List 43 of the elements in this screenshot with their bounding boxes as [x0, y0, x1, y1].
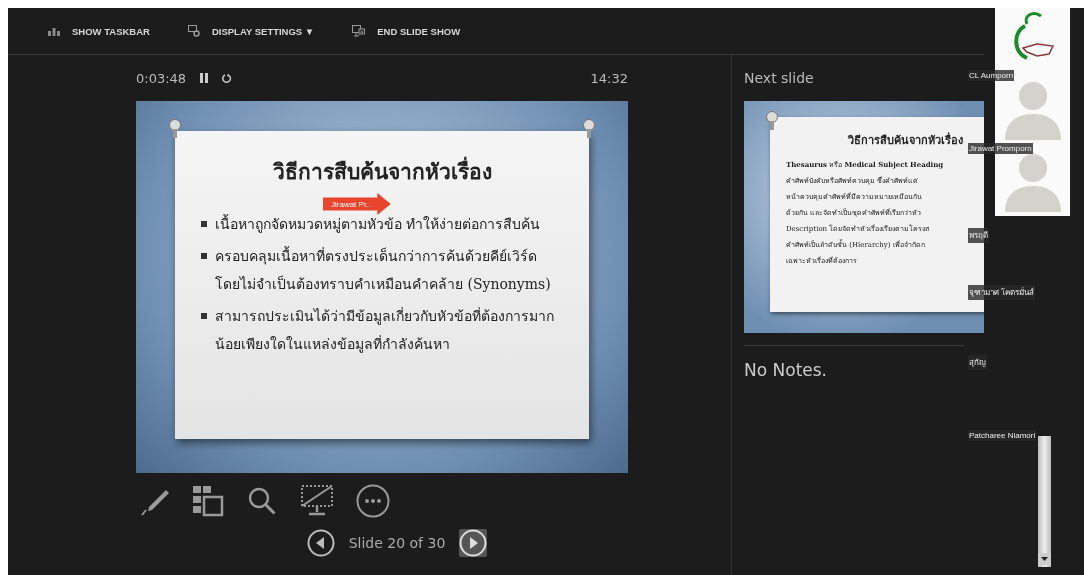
- participant-name: Jirawat Promporn: [968, 143, 1033, 154]
- elapsed-timer: 0:03:48: [136, 70, 187, 86]
- toolbar-button[interactable]: END SLIDE SHOW: [352, 25, 461, 37]
- notes-text: No Notes.: [744, 360, 828, 380]
- slide-grid-icon: [192, 485, 224, 517]
- tool-button[interactable]: [300, 484, 334, 518]
- bullet-icon: [201, 253, 207, 259]
- scroll-down-icon[interactable]: [1038, 553, 1051, 565]
- pushpin-icon: [764, 111, 780, 131]
- pushpin-icon: [167, 119, 183, 139]
- more-options-icon: [356, 484, 390, 518]
- next-slide-heading: Next slide: [744, 69, 814, 88]
- monitor-close-icon: [352, 25, 366, 37]
- slide-title: วิธีการสืบค้นจากหัวเรื่อง: [848, 131, 963, 149]
- toolbar-button[interactable]: DISPLAY SETTINGS ▼: [187, 25, 315, 37]
- bullet-text: สามารถประเมินได้ว่ามีข้อมูลเกี่ยวกับหัวข้อที่ต้องการมากน้อยเพียงใดในแหล่งข้อมูลที่กำลังค้นหา: [215, 306, 555, 355]
- previous-slide-button[interactable]: [306, 529, 335, 557]
- screen-blackout-icon: [300, 484, 334, 518]
- participant-name: CL Aumporn: [968, 70, 1015, 81]
- bullet-text: ครอบคลุมเนื้อหาที่ตรงประเด็นกว่าการค้นด้วยคีย์เวิร์ด โดยไม่จำเป็นต้องทราบคำเหมือนคำคล้าย (Synonyms): [215, 245, 552, 294]
- participant-name: สุกัญ: [968, 355, 987, 370]
- toolbar-button[interactable]: SHOW TASKBAR: [48, 25, 150, 37]
- bullet-icon: [201, 313, 207, 319]
- tool-button[interactable]: [246, 485, 278, 517]
- participant-name: จุฑามาศ โคตรมั่นส์: [968, 285, 1036, 300]
- laser-pointer-label: Jirawat Pr...: [323, 193, 391, 215]
- bullet-icon: [201, 221, 207, 227]
- bullet-text: เนื้อหาถูกจัดหมวดหมู่ตามหัวข้อ ทำให้ง่ายต่อการสืบค้น: [215, 213, 541, 235]
- taskbar-icon: [48, 26, 60, 36]
- slide-title: วิธีการสืบค้นจากหัวเรื่อง: [201, 155, 563, 188]
- pause-icon[interactable]: [200, 73, 209, 83]
- tool-button[interactable]: [192, 485, 224, 517]
- slide-counter: Slide 20 of 30: [348, 535, 446, 551]
- monitor-gear-icon: [187, 25, 200, 37]
- restart-icon[interactable]: [222, 73, 233, 83]
- participant-name: Patcharee Niamori: [968, 430, 1037, 441]
- next-slide-button[interactable]: [459, 529, 488, 557]
- clock-time: 14:32: [590, 70, 628, 86]
- scrollbar[interactable]: [1038, 436, 1051, 567]
- search-icon: [246, 485, 278, 517]
- tool-button[interactable]: [356, 484, 390, 518]
- participant-name: พรฤดี: [968, 228, 989, 243]
- pushpin-icon: [581, 119, 597, 139]
